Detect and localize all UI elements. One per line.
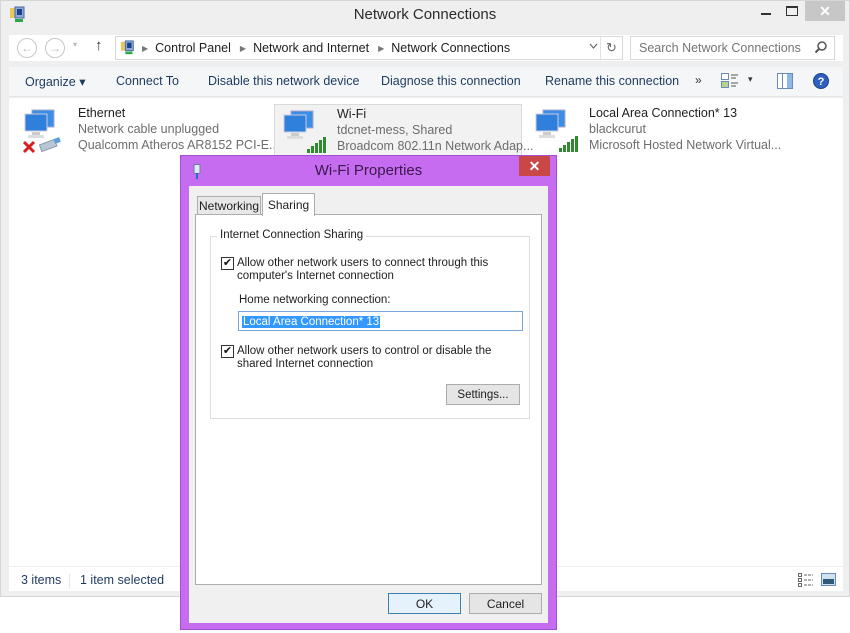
view-options-icon xyxy=(721,73,738,88)
change-view-button[interactable] xyxy=(721,73,739,92)
help-button[interactable]: ? xyxy=(813,73,829,92)
view-dropdown-button[interactable]: ▾ xyxy=(748,74,753,85)
selection-count: 1 item selected xyxy=(80,573,165,587)
allow-connect-checkbox[interactable]: ✔ xyxy=(221,257,234,270)
organize-menu[interactable]: Organize ▾ xyxy=(25,74,85,89)
svg-text:?: ? xyxy=(818,76,825,88)
home-connection-label: Home networking connection: xyxy=(239,294,391,306)
group-label: Internet Connection Sharing xyxy=(217,229,367,241)
disable-device-button[interactable]: Disable this network device xyxy=(208,74,359,88)
internet-connection-sharing-group: Internet Connection Sharing ✔ Allow othe… xyxy=(210,229,530,419)
signal-strength-icon xyxy=(559,136,578,152)
status-divider xyxy=(69,574,70,588)
connect-to-button[interactable]: Connect To xyxy=(116,74,179,88)
arrow-right-icon: → xyxy=(49,41,61,55)
back-button[interactable]: ← xyxy=(17,38,37,58)
title-bar[interactable]: Network Connections ✕ xyxy=(1,1,849,29)
arrow-up-icon: ↑ xyxy=(95,37,103,54)
search-icon[interactable] xyxy=(814,40,828,54)
signal-strength-icon xyxy=(307,137,326,153)
close-button[interactable]: ✕ xyxy=(805,1,845,21)
dialog-close-button[interactable]: ✕ xyxy=(519,156,550,176)
connection-name: Wi-Fi xyxy=(337,107,367,121)
large-icons-view-icon xyxy=(821,573,836,586)
tab-networking[interactable]: Networking xyxy=(197,196,261,215)
help-icon: ? xyxy=(813,73,829,89)
maximize-button[interactable] xyxy=(779,1,805,21)
connection-item-ethernet[interactable]: Ethernet Network cable unplugged Qualcom… xyxy=(16,104,279,156)
minimize-button[interactable] xyxy=(753,1,779,21)
allow-control-label[interactable]: Allow other network users to control or … xyxy=(237,345,507,371)
minimize-icon xyxy=(761,13,771,15)
forward-button[interactable]: → xyxy=(45,38,65,58)
large-icons-view-button[interactable] xyxy=(821,573,836,589)
close-icon: ✕ xyxy=(528,157,541,174)
search-input[interactable] xyxy=(639,41,809,55)
network-adapter-icon xyxy=(283,110,326,153)
ok-button[interactable]: OK xyxy=(388,593,461,614)
checkmark-icon: ✔ xyxy=(222,257,233,269)
command-bar: Organize ▾ Connect To Disable this netwo… xyxy=(9,67,843,97)
connection-device: Broadcom 802.11n Network Adap... xyxy=(337,139,534,153)
search-box[interactable] xyxy=(630,36,835,60)
network-connections-icon xyxy=(120,40,134,55)
connection-name: Ethernet xyxy=(78,106,126,120)
item-count: 3 items xyxy=(21,573,62,587)
allow-connect-label[interactable]: Allow other network users to connect thr… xyxy=(237,257,507,283)
dialog-body: Networking Sharing Internet Connection S… xyxy=(189,186,548,623)
address-bar[interactable]: ▶ Control Panel ▶ Network and Internet ▶… xyxy=(115,36,623,60)
breadcrumb-network-connections[interactable]: Network Connections xyxy=(391,41,510,55)
details-view-button[interactable] xyxy=(798,573,814,590)
preview-pane-icon xyxy=(777,73,793,89)
navigation-bar: ← → ▾ ↑ ▶ Control Panel ▶ Network and In… xyxy=(9,35,843,61)
dialog-title: Wi-Fi Properties xyxy=(314,162,423,179)
connection-name: Local Area Connection* 13 xyxy=(589,106,738,120)
window-title: Network Connections xyxy=(353,6,497,23)
connection-item-wifi[interactable]: Wi-Fi tdcnet-mess, Shared Broadcom 802.1… xyxy=(274,104,533,156)
chevron-down-icon: ▾ xyxy=(73,40,78,49)
close-icon: ✕ xyxy=(819,2,831,19)
connection-status: blackcurut xyxy=(589,122,646,136)
connection-status: tdcnet-mess, Shared xyxy=(337,123,453,137)
connection-item-local-area-connection-13[interactable]: Local Area Connection* 13 blackcurut Mic… xyxy=(527,104,781,156)
maximize-icon xyxy=(786,6,798,16)
breadcrumb-network-and-internet[interactable]: Network and Internet xyxy=(253,41,369,55)
arrow-left-icon: ← xyxy=(21,41,33,55)
tab-sharing[interactable]: Sharing xyxy=(262,193,315,216)
details-view-icon xyxy=(798,573,813,587)
connection-device: Qualcomm Atheros AR8152 PCI-E... xyxy=(78,138,280,152)
connection-status: Network cable unplugged xyxy=(78,122,220,136)
rename-connection-button[interactable]: Rename this connection xyxy=(545,74,679,88)
recent-locations-button[interactable]: ▾ xyxy=(73,40,77,49)
breadcrumb-separator-icon[interactable]: ▶ xyxy=(142,44,148,53)
breadcrumb-separator-icon[interactable]: ▶ xyxy=(378,44,384,53)
connection-device: Microsoft Hosted Network Virtual... xyxy=(589,138,782,152)
network-adapter-icon xyxy=(22,109,61,154)
address-dropdown-button[interactable] xyxy=(589,41,598,52)
checkmark-icon: ✔ xyxy=(222,345,233,357)
preview-pane-button[interactable] xyxy=(777,73,793,92)
home-connection-value: Local Area Connection* 13 xyxy=(242,316,381,328)
settings-button[interactable]: Settings... xyxy=(446,384,520,405)
chevron-down-icon xyxy=(589,43,598,49)
sharing-tab-panel: Internet Connection Sharing ✔ Allow othe… xyxy=(195,214,542,585)
cancel-button[interactable]: Cancel xyxy=(469,593,542,614)
breadcrumb-control-panel[interactable]: Control Panel xyxy=(155,41,231,55)
allow-control-checkbox[interactable]: ✔ xyxy=(221,345,234,358)
refresh-icon: ↻ xyxy=(606,40,617,55)
more-commands-button[interactable]: » xyxy=(695,73,702,87)
diagnose-connection-button[interactable]: Diagnose this connection xyxy=(381,74,521,88)
up-button[interactable]: ↑ xyxy=(95,37,103,54)
breadcrumb-separator-icon[interactable]: ▶ xyxy=(240,44,246,53)
wifi-properties-dialog: Wi-Fi Properties ✕ Networking Sharing In… xyxy=(180,155,557,630)
home-connection-field[interactable]: Local Area Connection* 13 xyxy=(238,311,523,331)
refresh-button[interactable]: ↻ xyxy=(600,37,622,59)
network-adapter-icon xyxy=(535,109,578,152)
